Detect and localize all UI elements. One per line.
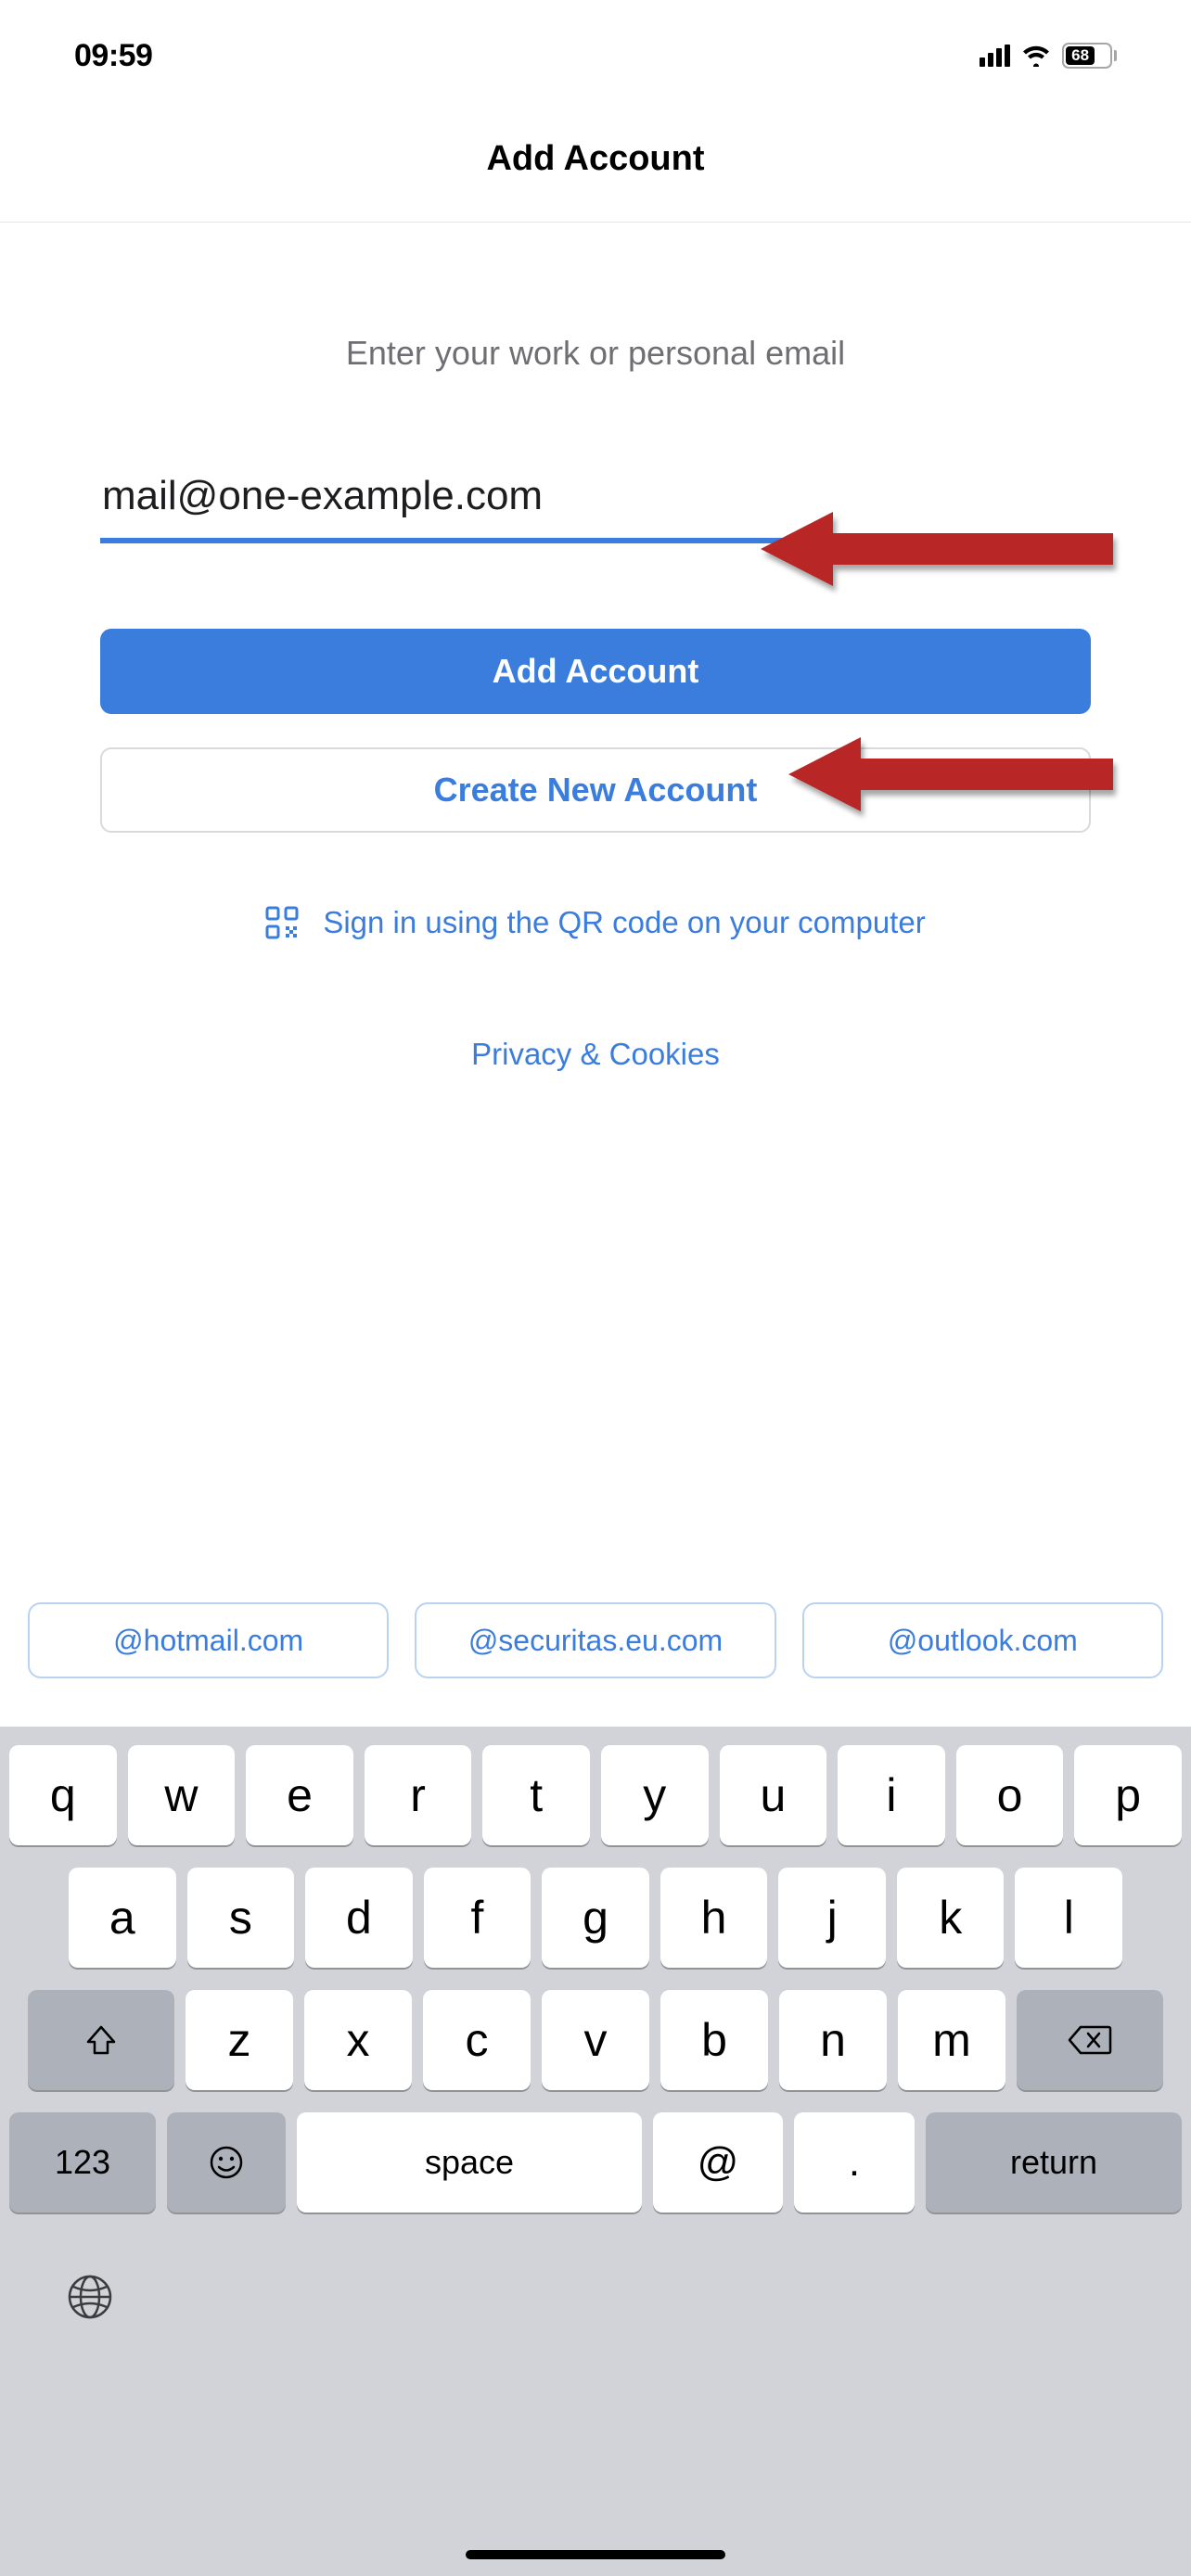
key-j[interactable]: j: [778, 1868, 886, 1968]
qr-code-icon: [265, 906, 299, 939]
email-prompt-label: Enter your work or personal email: [100, 334, 1091, 373]
key-u[interactable]: u: [720, 1745, 827, 1845]
globe-icon: [65, 2272, 115, 2322]
qr-signin-label: Sign in using the QR code on your comput…: [323, 905, 925, 940]
dot-key[interactable]: .: [794, 2112, 915, 2213]
key-h[interactable]: h: [660, 1868, 768, 1968]
emoji-key[interactable]: [167, 2112, 286, 2213]
battery-percent: 68: [1071, 46, 1089, 65]
globe-key[interactable]: [65, 2272, 1126, 2322]
shift-key[interactable]: [28, 1990, 174, 2090]
key-z[interactable]: z: [186, 1990, 293, 2090]
cellular-signal-icon: [980, 45, 1010, 67]
key-e[interactable]: e: [246, 1745, 353, 1845]
return-key[interactable]: return: [926, 2112, 1182, 2213]
backspace-icon: [1068, 2023, 1112, 2057]
suggestion-hotmail[interactable]: @hotmail.com: [28, 1602, 389, 1678]
email-domain-suggestions: @hotmail.com @securitas.eu.com @outlook.…: [0, 1602, 1191, 1678]
emoji-icon: [208, 2144, 245, 2181]
main-content: Enter your work or personal email Add Ac…: [0, 223, 1191, 1072]
key-d[interactable]: d: [305, 1868, 413, 1968]
space-key[interactable]: space: [297, 2112, 642, 2213]
page-title: Add Account: [0, 139, 1191, 179]
suggestion-outlook[interactable]: @outlook.com: [802, 1602, 1163, 1678]
key-y[interactable]: y: [601, 1745, 709, 1845]
suggestion-securitas[interactable]: @securitas.eu.com: [415, 1602, 775, 1678]
key-c[interactable]: c: [423, 1990, 531, 2090]
shift-icon: [83, 2021, 120, 2059]
status-time: 09:59: [74, 38, 152, 74]
key-a[interactable]: a: [69, 1868, 176, 1968]
status-bar: 09:59 68: [0, 0, 1191, 111]
key-m[interactable]: m: [898, 1990, 1005, 2090]
annotation-arrow-button: [788, 733, 1113, 816]
key-r[interactable]: r: [365, 1745, 472, 1845]
key-x[interactable]: x: [304, 1990, 412, 2090]
key-k[interactable]: k: [897, 1868, 1005, 1968]
page-header: Add Account: [0, 111, 1191, 223]
key-v[interactable]: v: [542, 1990, 649, 2090]
wifi-icon: [1021, 45, 1051, 67]
key-q[interactable]: q: [9, 1745, 117, 1845]
key-i[interactable]: i: [838, 1745, 945, 1845]
numbers-key[interactable]: 123: [9, 2112, 156, 2213]
annotation-arrow-email: [761, 507, 1113, 591]
key-p[interactable]: p: [1074, 1745, 1182, 1845]
key-n[interactable]: n: [779, 1990, 887, 2090]
key-g[interactable]: g: [542, 1868, 649, 1968]
key-f[interactable]: f: [424, 1868, 531, 1968]
key-t[interactable]: t: [482, 1745, 590, 1845]
key-l[interactable]: l: [1015, 1868, 1122, 1968]
home-indicator[interactable]: [466, 2550, 725, 2559]
key-s[interactable]: s: [187, 1868, 295, 1968]
at-key[interactable]: @: [653, 2112, 783, 2213]
battery-indicator: 68: [1062, 43, 1117, 69]
backspace-key[interactable]: [1017, 1990, 1163, 2090]
key-b[interactable]: b: [660, 1990, 768, 2090]
key-o[interactable]: o: [956, 1745, 1064, 1845]
add-account-button[interactable]: Add Account: [100, 629, 1091, 714]
on-screen-keyboard: q w e r t y u i o p a s d f g h j k l z …: [0, 1727, 1191, 2576]
qr-signin-link[interactable]: Sign in using the QR code on your comput…: [100, 905, 1091, 940]
status-indicators: 68: [980, 43, 1117, 69]
key-w[interactable]: w: [128, 1745, 236, 1845]
privacy-cookies-link[interactable]: Privacy & Cookies: [100, 1037, 1091, 1072]
